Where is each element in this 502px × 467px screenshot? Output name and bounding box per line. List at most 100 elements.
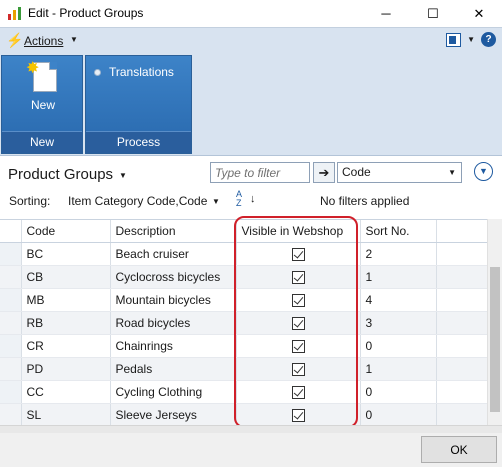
row-selector [0, 357, 22, 381]
actions-bar: ⚡ Actions ▼ ▼ ? [0, 27, 502, 53]
chevron-down-icon[interactable]: ▼ [70, 35, 78, 44]
column-header-visible-in-webshop[interactable]: Visible in Webshop [236, 220, 361, 243]
cell-filler [436, 311, 487, 335]
vertical-scrollbar[interactable] [487, 219, 502, 425]
maximize-button[interactable]: ☐ [410, 0, 456, 27]
product-groups-table: Code Description Visible in Webshop Sort… [0, 220, 487, 425]
cell-code[interactable]: CC [21, 380, 111, 404]
horizontal-scrollbar[interactable] [0, 425, 502, 433]
cell-code[interactable]: SL [21, 403, 111, 425]
window-tools: ▼ ? [446, 32, 496, 47]
app-logo-icon [8, 7, 21, 20]
table-row[interactable]: RB Road bicycles 3 [0, 311, 487, 335]
scrollbar-thumb[interactable] [490, 267, 500, 412]
new-button[interactable]: ✸ New [18, 60, 68, 130]
ribbon-group-caption: Process [86, 131, 191, 153]
sort-field-select[interactable]: Item Category Code,Code [68, 194, 207, 208]
table-row[interactable]: CB Cyclocross bicycles 1 [0, 265, 487, 289]
cell-sort-no[interactable]: 1 [360, 357, 437, 381]
column-header-sort-no[interactable]: Sort No. [360, 220, 437, 243]
chevron-down-icon: ▼ [448, 168, 456, 177]
new-button-label: New [30, 98, 55, 112]
cell-code[interactable]: RB [21, 311, 111, 335]
checkbox-checked-icon[interactable] [291, 362, 305, 376]
filter-input[interactable] [210, 162, 310, 183]
actions-menu[interactable]: Actions [24, 34, 63, 48]
cell-description[interactable]: Pedals [110, 357, 237, 381]
cell-description[interactable]: Chainrings [110, 334, 237, 358]
filter-field-value: Code [342, 165, 371, 179]
translations-button[interactable]: Translations [94, 65, 174, 79]
sort-arrow-icon[interactable]: ↓ [250, 193, 256, 205]
cell-code[interactable]: BC [21, 242, 111, 266]
cell-visible-in-webshop[interactable] [236, 242, 361, 266]
table-row[interactable]: SL Sleeve Jerseys 0 [0, 403, 487, 425]
cell-sort-no[interactable]: 3 [360, 311, 437, 335]
cell-code[interactable]: CB [21, 265, 111, 289]
checkbox-checked-icon[interactable] [291, 408, 305, 422]
table-row[interactable]: CC Cycling Clothing 0 [0, 380, 487, 404]
row-selector [0, 311, 22, 335]
ribbon-group-process: Translations Process [85, 55, 192, 154]
sort-order-icon[interactable]: AZ [236, 190, 242, 208]
table-row[interactable]: BC Beach cruiser 2 [0, 242, 487, 266]
table-row[interactable]: CR Chainrings 0 [0, 334, 487, 358]
cell-visible-in-webshop[interactable] [236, 311, 361, 335]
layout-icon[interactable] [446, 32, 462, 47]
cell-visible-in-webshop[interactable] [236, 334, 361, 358]
cell-code[interactable]: PD [21, 357, 111, 381]
title-bar: Edit - Product Groups ─ ☐ ✕ [0, 0, 502, 27]
checkbox-checked-icon[interactable] [291, 270, 305, 284]
column-header-description[interactable]: Description [110, 220, 237, 243]
cell-sort-no[interactable]: 0 [360, 380, 437, 404]
cell-visible-in-webshop[interactable] [236, 288, 361, 312]
cell-code[interactable]: CR [21, 334, 111, 358]
apply-filter-arrow-icon[interactable]: ➔ [313, 162, 335, 183]
ok-button[interactable]: OK [421, 436, 497, 463]
row-selector [0, 242, 22, 266]
row-selector [0, 403, 22, 425]
cell-code[interactable]: MB [21, 288, 111, 312]
chevron-down-icon[interactable]: ▼ [467, 35, 475, 44]
page-title[interactable]: Product Groups [8, 166, 113, 183]
row-selector [0, 288, 22, 312]
chevron-down-icon[interactable]: ▼ [212, 197, 220, 206]
checkbox-checked-icon[interactable] [291, 385, 305, 399]
column-header-filler [436, 220, 487, 243]
table-row[interactable]: PD Pedals 1 [0, 357, 487, 381]
cell-sort-no[interactable]: 0 [360, 403, 437, 425]
expand-chevron-icon[interactable]: ▼ [474, 162, 493, 181]
cell-sort-no[interactable]: 4 [360, 288, 437, 312]
ribbon-group-new: ✸ New New [1, 55, 83, 154]
chevron-down-icon[interactable]: ▼ [119, 171, 127, 180]
ribbon-group-caption: New [2, 131, 82, 153]
table-row[interactable]: MB Mountain bicycles 4 [0, 288, 487, 312]
checkbox-checked-icon[interactable] [291, 316, 305, 330]
minimize-button[interactable]: ─ [363, 0, 409, 27]
checkbox-checked-icon[interactable] [291, 247, 305, 261]
row-selector-header [0, 220, 22, 243]
checkbox-checked-icon[interactable] [291, 293, 305, 307]
checkbox-checked-icon[interactable] [291, 339, 305, 353]
cell-description[interactable]: Cyclocross bicycles [110, 265, 237, 289]
ribbon: ✸ New New Translations Process [0, 53, 502, 156]
cell-filler [436, 380, 487, 404]
cell-description[interactable]: Mountain bicycles [110, 288, 237, 312]
close-button[interactable]: ✕ [456, 0, 502, 27]
cell-sort-no[interactable]: 1 [360, 265, 437, 289]
cell-description[interactable]: Sleeve Jerseys [110, 403, 237, 425]
cell-description[interactable]: Beach cruiser [110, 242, 237, 266]
filter-field-select[interactable]: Code ▼ [337, 162, 462, 183]
help-icon[interactable]: ? [481, 32, 496, 47]
cell-visible-in-webshop[interactable] [236, 380, 361, 404]
window-title: Edit - Product Groups [28, 6, 144, 20]
column-header-code[interactable]: Code [21, 220, 111, 243]
cell-sort-no[interactable]: 2 [360, 242, 437, 266]
cell-description[interactable]: Road bicycles [110, 311, 237, 335]
cell-description[interactable]: Cycling Clothing [110, 380, 237, 404]
cell-sort-no[interactable]: 0 [360, 334, 437, 358]
dialog-footer: OK [0, 433, 502, 467]
cell-visible-in-webshop[interactable] [236, 357, 361, 381]
cell-visible-in-webshop[interactable] [236, 403, 361, 425]
cell-visible-in-webshop[interactable] [236, 265, 361, 289]
